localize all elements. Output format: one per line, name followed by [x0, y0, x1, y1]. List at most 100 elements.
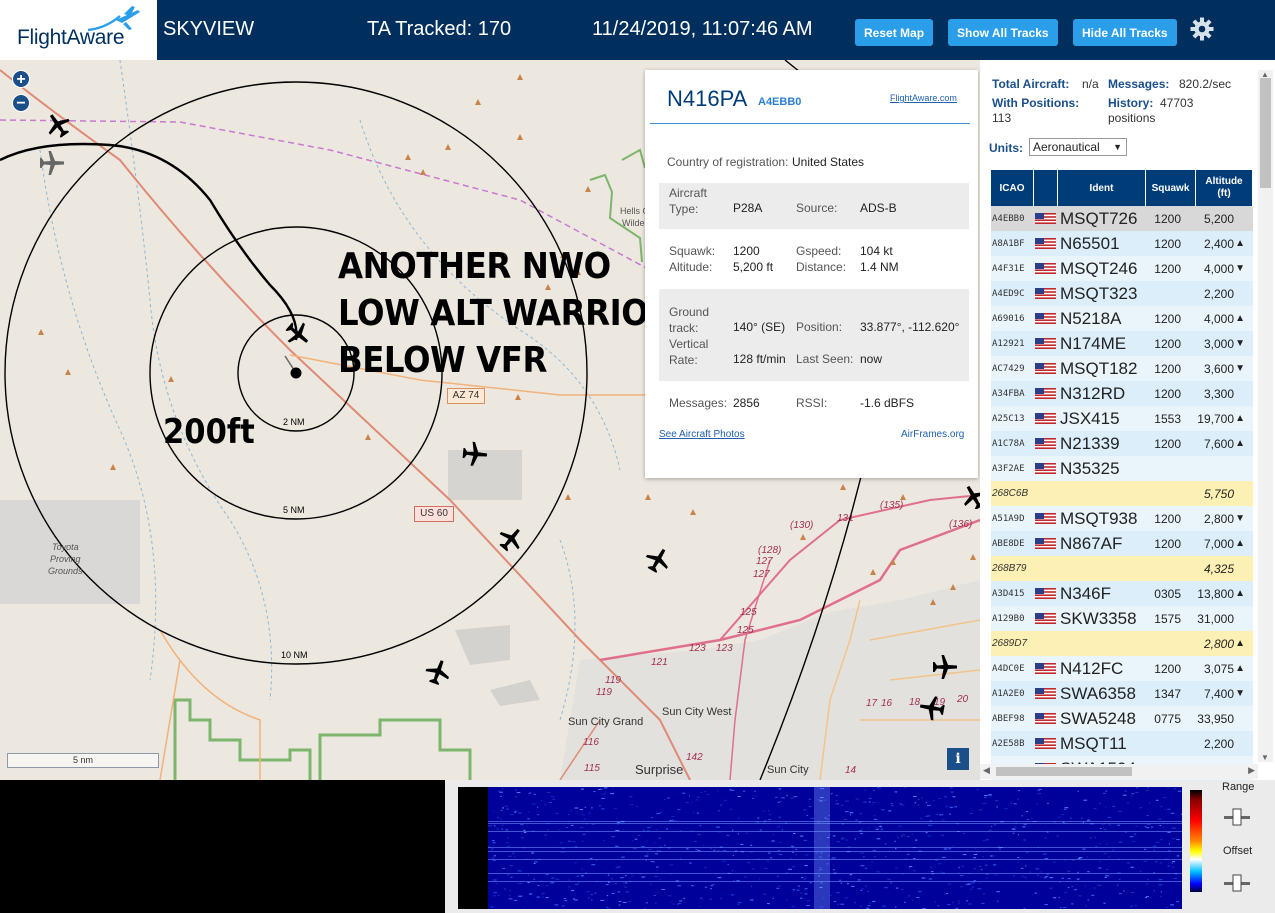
squawk-label: Squawk:: [669, 244, 716, 258]
ident-cell: N412FC: [1060, 659, 1124, 678]
icao-cell: A4DC0E: [992, 664, 1025, 674]
flightaware-link[interactable]: FlightAware.com: [890, 93, 957, 103]
table-row[interactable]: A12921 N174ME 1200 3,000 ▼: [991, 331, 1253, 356]
table-row[interactable]: A1C78A N21339 1200 7,600 ▲: [991, 431, 1253, 456]
table-row[interactable]: A4F31E MSQT246 1200 4,000 ▼: [991, 256, 1253, 281]
units-select[interactable]: Aeronautical ▼: [1029, 138, 1127, 156]
position-value: 33.877°, -112.620°: [860, 320, 960, 334]
table-row[interactable]: A4EBB0 MSQT726 1200 5,200: [991, 206, 1253, 231]
scrollbar-thumb[interactable]: [1260, 78, 1271, 188]
column-header-flag[interactable]: [1034, 170, 1058, 206]
ident-cell: N21339: [1060, 434, 1120, 453]
us-flag-icon: [1035, 238, 1056, 249]
scroll-left-icon[interactable]: ◀: [983, 765, 990, 776]
table-row[interactable]: A8A1BF N65501 1200 2,400 ▲: [991, 231, 1253, 256]
table-row[interactable]: A2E58B MSQT11 2,200: [991, 731, 1253, 756]
table-row[interactable]: A4ED9C MSQT323 2,200: [991, 281, 1253, 306]
ident-cell: MSQT11: [1060, 734, 1127, 753]
selected-aircraft-icon[interactable]: [284, 320, 312, 348]
show-all-tracks-button[interactable]: Show All Tracks: [948, 19, 1058, 46]
scroll-down-icon[interactable]: ▼: [1261, 753, 1269, 762]
squawk-cell: 1200: [1154, 387, 1181, 401]
aircraft-icon[interactable]: [44, 111, 72, 139]
route-label: 142: [686, 752, 703, 763]
table-row[interactable]: A3F2AE N35325: [991, 456, 1253, 481]
altitude-cell: 4,000: [1203, 312, 1234, 326]
icao-cell: A12921: [992, 339, 1025, 349]
flightaware-logo[interactable]: FlightAware: [0, 0, 157, 60]
column-header-icao[interactable]: ICAO: [991, 170, 1034, 206]
table-row[interactable]: A69016 N5218A 1200 4,000 ▲: [991, 306, 1253, 331]
table-row[interactable]: A129B0 SKW3358 1575 31,000: [991, 606, 1253, 631]
icao-cell: A3F2AE: [992, 464, 1025, 474]
table-row[interactable]: AC7429 MSQT182 1200 3,600 ▼: [991, 356, 1253, 381]
table-row[interactable]: 2689D7 2,800 ▲: [991, 631, 1253, 656]
offset-slider[interactable]: [1222, 872, 1252, 894]
table-row[interactable]: A34FBA N312RD 1200 3,300: [991, 381, 1253, 406]
route-label: (130): [790, 520, 814, 531]
app-title: SKYVIEW: [163, 18, 255, 40]
altitude-cell: 2,800: [1203, 637, 1234, 651]
hide-all-tracks-button[interactable]: Hide All Tracks: [1073, 19, 1177, 46]
aircraft-icon[interactable]: [38, 149, 66, 177]
total-aircraft-label: Total Aircraft:: [992, 77, 1070, 91]
scroll-right-icon[interactable]: ▶: [1248, 765, 1255, 776]
us-flag-icon: [1035, 213, 1056, 224]
zoom-out-button[interactable]: −: [12, 94, 30, 112]
aircraft-icon[interactable]: [644, 546, 672, 574]
table-row[interactable]: A51A9D MSQT938 1200 2,800 ▼: [991, 506, 1253, 531]
place-label: Sun City: [767, 764, 809, 776]
messages-rate-value: 820.2/sec: [1179, 77, 1232, 91]
route-label: 119: [596, 687, 612, 698]
altitude-cell: 7,000: [1203, 537, 1234, 551]
zoom-in-button[interactable]: +: [12, 70, 30, 88]
icao-cell: A4F31E: [992, 264, 1025, 274]
vertical-rate-icon: ▲: [1235, 413, 1245, 424]
airframes-link[interactable]: AirFrames.org: [901, 429, 964, 440]
table-row[interactable]: A1A2E0 SWA6358 1347 7,400 ▼: [991, 681, 1253, 706]
aircraft-detail-popup: N416PA A4EBB0 FlightAware.com Country of…: [645, 70, 978, 478]
total-aircraft-value: n/a: [1082, 77, 1099, 91]
squawk-cell: 1347: [1154, 687, 1181, 701]
ident-cell: MSQT323: [1060, 284, 1138, 303]
scroll-up-icon[interactable]: ▲: [1261, 70, 1269, 79]
gear-icon[interactable]: [1190, 17, 1214, 41]
us-flag-icon: [1035, 663, 1056, 674]
vrate-label: Vertical Rate:: [669, 337, 709, 367]
table-row[interactable]: A3D415 N346F 0305 13,800 ▲: [991, 581, 1253, 606]
column-header-altitude[interactable]: Altitude (ft): [1196, 170, 1253, 206]
table-row[interactable]: ABEF98 SWA5248 0775 33,950: [991, 706, 1253, 731]
table-row[interactable]: A4DC0E N412FC 1200 3,075 ▲: [991, 656, 1253, 681]
aircraft-icon[interactable]: [461, 440, 489, 468]
aircraft-icon[interactable]: [497, 525, 525, 553]
us-flag-icon: [1035, 738, 1056, 749]
aircraft-icon[interactable]: [918, 694, 946, 722]
route-label: 121: [651, 657, 668, 668]
ident-cell: JSX415: [1060, 409, 1120, 428]
aircraft-icon[interactable]: [964, 485, 980, 509]
range-slider[interactable]: [1222, 806, 1252, 828]
aircraft-photos-link[interactable]: See Aircraft Photos: [659, 429, 745, 440]
table-horizontal-scrollbar[interactable]: ◀ ▶: [980, 764, 1258, 779]
table-row[interactable]: 268C6B 5,750: [991, 481, 1253, 506]
icao-cell: A129B0: [992, 614, 1025, 624]
vertical-rate-icon: ▲: [1235, 438, 1245, 449]
vertical-rate-icon: ▼: [1235, 688, 1245, 699]
icao-cell: A34FBA: [992, 389, 1025, 399]
info-button[interactable]: i: [947, 748, 969, 770]
us-flag-icon: [1035, 313, 1056, 324]
reset-map-button[interactable]: Reset Map: [855, 19, 934, 46]
units-label: Units:: [989, 141, 1023, 155]
altitude-cell: 2,800: [1203, 512, 1234, 526]
column-header-ident[interactable]: Ident: [1058, 170, 1146, 206]
scrollbar-thumb[interactable]: [996, 767, 1132, 776]
aircraft-icon[interactable]: [424, 658, 452, 686]
column-header-squawk[interactable]: Squawk: [1146, 170, 1196, 206]
table-vertical-scrollbar[interactable]: ▲ ▼: [1258, 70, 1273, 762]
aircraft-icon[interactable]: [931, 653, 959, 681]
altitude-cell: 7,600: [1203, 437, 1234, 451]
table-row[interactable]: A25C13 JSX415 1553 19,700 ▲: [991, 406, 1253, 431]
table-row[interactable]: 268B79 4,325: [991, 556, 1253, 581]
altitude-label: Altitude:: [669, 260, 713, 274]
table-row[interactable]: ABE8DE N867AF 1200 7,000 ▲: [991, 531, 1253, 556]
